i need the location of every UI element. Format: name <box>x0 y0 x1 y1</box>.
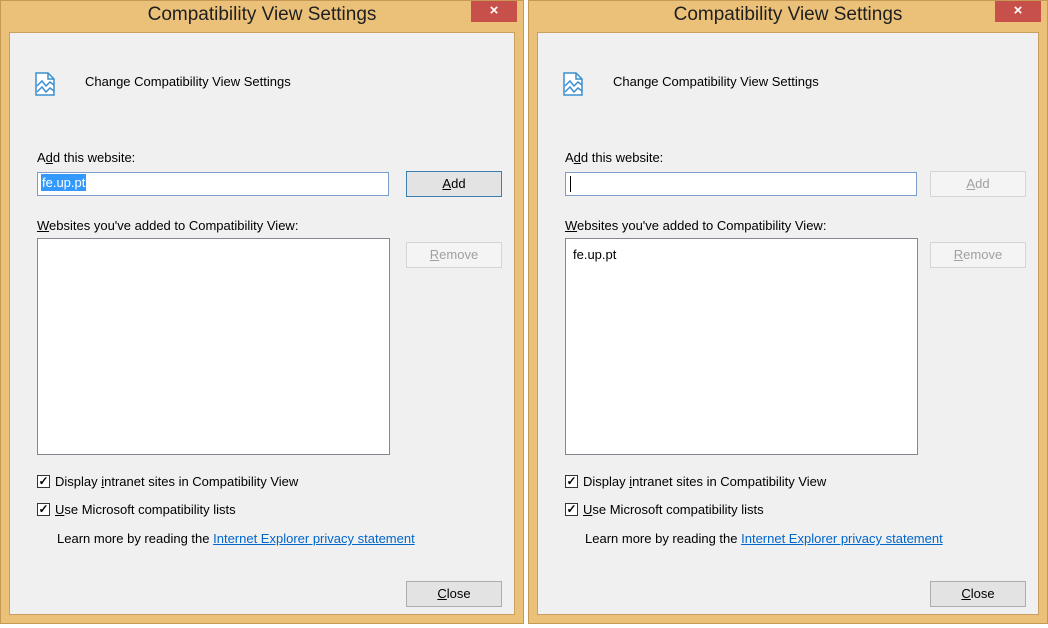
ms-lists-checkbox[interactable]: ✓ Use Microsoft compatibility lists <box>565 501 764 517</box>
header-text: Change Compatibility View Settings <box>85 74 291 89</box>
websites-listbox[interactable]: fe.up.pt <box>565 238 918 455</box>
input-value: fe.up.pt <box>41 174 87 191</box>
add-website-input[interactable] <box>565 172 917 196</box>
websites-list-label: Websites you've added to Compatibility V… <box>37 218 299 233</box>
remove-button[interactable]: Remove <box>406 242 502 268</box>
privacy-statement-link[interactable]: Internet Explorer privacy statement <box>741 531 943 546</box>
checkmark-icon: ✓ <box>565 501 578 516</box>
privacy-statement-link[interactable]: Internet Explorer privacy statement <box>213 531 415 546</box>
ms-lists-checkbox[interactable]: ✓ Use Microsoft compatibility lists <box>37 501 236 517</box>
checkmark-icon: ✓ <box>565 473 578 488</box>
websites-listbox[interactable] <box>37 238 390 455</box>
title-bar[interactable]: Compatibility View Settings × <box>1 1 523 32</box>
intranet-checkbox[interactable]: ✓ Display intranet sites in Compatibilit… <box>37 473 298 489</box>
close-button[interactable]: Close <box>930 581 1026 607</box>
intranet-label: Display intranet sites in Compatibility … <box>583 473 827 489</box>
close-icon: × <box>489 2 499 19</box>
close-icon: × <box>1013 2 1023 19</box>
close-button[interactable]: Close <box>406 581 502 607</box>
list-item[interactable]: fe.up.pt <box>573 247 616 262</box>
add-button[interactable]: Add <box>930 171 1026 197</box>
text-caret <box>570 175 571 192</box>
compatibility-view-icon <box>35 72 55 96</box>
dialog-client: Change Compatibility View Settings Add t… <box>9 32 515 615</box>
dialog-title: Compatibility View Settings <box>673 4 903 25</box>
checkmark-icon: ✓ <box>37 473 50 488</box>
checkmark-icon: ✓ <box>37 501 50 516</box>
remove-button[interactable]: Remove <box>930 242 1026 268</box>
websites-list-label: Websites you've added to Compatibility V… <box>565 218 827 233</box>
add-button[interactable]: Add <box>406 171 502 197</box>
ms-lists-label: Use Microsoft compatibility lists <box>55 501 236 517</box>
learn-more-text: Learn more by reading the Internet Explo… <box>57 531 415 546</box>
compatibility-view-icon <box>563 72 583 96</box>
compatibility-dialog-right: Compatibility View Settings × Change Com… <box>528 0 1048 624</box>
dialog-client: Change Compatibility View Settings Add t… <box>537 32 1039 615</box>
title-bar[interactable]: Compatibility View Settings × <box>529 1 1047 32</box>
close-x-button[interactable]: × <box>471 1 517 22</box>
compatibility-dialog-left: Compatibility View Settings × Change Com… <box>0 0 524 624</box>
close-x-button[interactable]: × <box>995 1 1041 22</box>
ms-lists-label: Use Microsoft compatibility lists <box>583 501 764 517</box>
intranet-checkbox[interactable]: ✓ Display intranet sites in Compatibilit… <box>565 473 826 489</box>
dialog-title: Compatibility View Settings <box>147 4 377 25</box>
intranet-label: Display intranet sites in Compatibility … <box>55 473 299 489</box>
add-website-label: Add this website: <box>37 150 136 165</box>
header-text: Change Compatibility View Settings <box>613 74 819 89</box>
learn-more-text: Learn more by reading the Internet Explo… <box>585 531 943 546</box>
add-website-input[interactable]: fe.up.pt <box>37 172 389 196</box>
add-website-label: Add this website: <box>565 150 664 165</box>
